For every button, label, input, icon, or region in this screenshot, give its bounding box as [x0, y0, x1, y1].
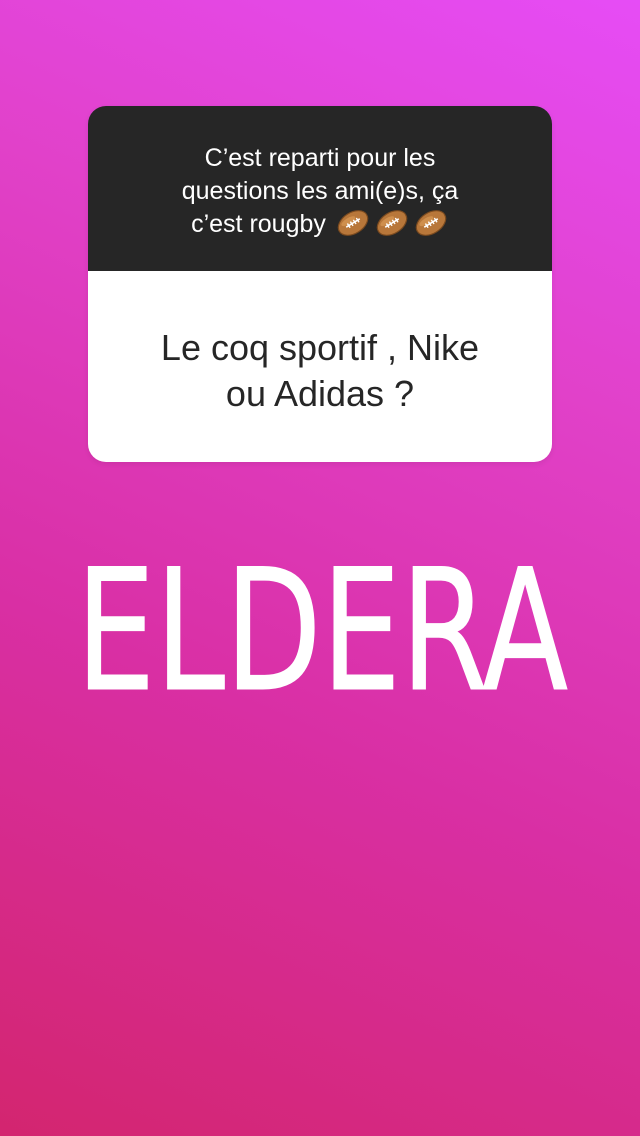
rugby-ball-icon — [376, 210, 408, 236]
answer-line: ou Adidas ? — [225, 373, 415, 414]
answer-line: Le coq sportif , Nike — [160, 327, 480, 368]
question-prompt: C’est reparti pour les questions les ami… — [88, 106, 552, 271]
rugby-ball-emoji-group — [332, 208, 449, 247]
prompt-line: questions les ami(e)s, ça — [181, 177, 459, 205]
story-screen: { "question_sticker": { "prompt_lines": … — [0, 0, 640, 1136]
rugby-ball-icon — [415, 210, 447, 236]
prompt-line-with-emoji: c’est rougby — [128, 208, 512, 247]
rugby-ball-icon — [337, 210, 369, 236]
overlay-text-label: ELDERA — [76, 533, 568, 728]
question-sticker[interactable]: C’est reparti pour les questions les ami… — [88, 106, 552, 462]
prompt-line: C’est reparti pour les — [204, 144, 436, 172]
prompt-line: c’est rougby — [191, 210, 326, 238]
question-answer: Le coq sportif , Nike ou Adidas ? — [88, 271, 552, 462]
overlay-text: ELDERA — [76, 533, 569, 729]
